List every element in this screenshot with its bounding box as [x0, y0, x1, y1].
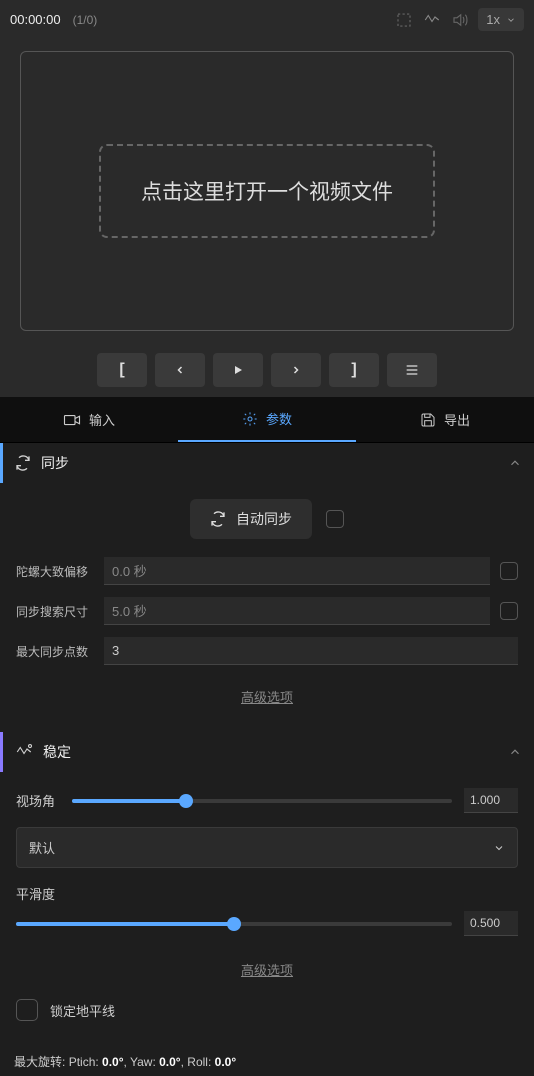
tab-input-label: 输入	[89, 410, 115, 429]
lock-horizon-label: 锁定地平线	[50, 1001, 115, 1020]
prev-frame-button[interactable]	[155, 353, 205, 387]
sync-advanced-link[interactable]: 高级选项	[16, 677, 518, 716]
stabilize-icon	[15, 743, 33, 761]
auto-sync-button[interactable]: 自动同步	[190, 499, 312, 539]
search-size-input[interactable]	[104, 597, 490, 625]
smoothness-slider[interactable]	[16, 922, 452, 926]
refresh-icon	[210, 511, 226, 527]
video-preview[interactable]: 点击这里打开一个视频文件	[20, 51, 514, 331]
mark-in-button[interactable]: [	[97, 353, 147, 387]
frame-count: (1/0)	[73, 13, 98, 27]
chevron-up-icon	[508, 456, 522, 470]
lock-horizon-checkbox[interactable]	[16, 999, 38, 1021]
gyro-offset-input[interactable]	[104, 557, 490, 585]
tab-export[interactable]: 导出	[356, 397, 534, 442]
play-button[interactable]	[213, 353, 263, 387]
section-stab-title: 稳定	[43, 742, 498, 762]
sync-icon	[15, 455, 31, 471]
tab-params-label: 参数	[266, 409, 292, 428]
gyro-offset-check[interactable]	[500, 562, 518, 580]
crop-icon[interactable]	[394, 10, 414, 30]
search-size-check[interactable]	[500, 602, 518, 620]
section-sync-header[interactable]: 同步	[0, 443, 534, 483]
chevron-up-icon	[508, 745, 522, 759]
play-icon	[232, 364, 244, 376]
smoothness-label: 平滑度	[16, 884, 60, 903]
smoothness-value-input[interactable]	[464, 911, 518, 936]
tab-params[interactable]: 参数	[178, 397, 356, 442]
menu-button[interactable]	[387, 353, 437, 387]
mark-out-button[interactable]: ]	[329, 353, 379, 387]
stab-advanced-link[interactable]: 高级选项	[16, 950, 518, 989]
method-value: 默认	[29, 838, 55, 857]
search-size-label: 同步搜索尺寸	[16, 603, 94, 620]
drop-hint: 点击这里打开一个视频文件	[141, 181, 393, 204]
auto-sync-label: 自动同步	[236, 509, 292, 529]
fov-value-input[interactable]	[464, 788, 518, 813]
save-icon	[420, 412, 436, 428]
fov-label: 视场角	[16, 791, 60, 810]
fov-slider[interactable]	[72, 799, 452, 803]
chevron-left-icon	[174, 364, 186, 376]
section-stab-header[interactable]: 稳定	[0, 732, 534, 772]
chevron-down-icon	[506, 15, 516, 25]
timecode: 00:00:00	[10, 12, 61, 27]
speed-select[interactable]: 1x	[478, 8, 524, 31]
menu-icon	[404, 362, 420, 378]
max-rotation-readout: 最大旋转: Ptich: 0.0°, Yaw: 0.0°, Roll: 0.0°	[0, 1047, 534, 1076]
chevron-down-icon	[493, 842, 505, 854]
stabilize-icon[interactable]	[422, 10, 442, 30]
camera-icon	[63, 413, 81, 427]
max-points-input[interactable]	[104, 637, 518, 665]
next-frame-button[interactable]	[271, 353, 321, 387]
section-sync-title: 同步	[41, 453, 498, 473]
gyro-offset-label: 陀螺大致偏移	[16, 563, 94, 580]
volume-icon[interactable]	[450, 10, 470, 30]
method-dropdown[interactable]: 默认	[16, 827, 518, 868]
gear-icon	[242, 411, 258, 427]
tab-export-label: 导出	[444, 410, 470, 429]
chevron-right-icon	[290, 364, 302, 376]
max-points-label: 最大同步点数	[16, 643, 94, 660]
speed-value: 1x	[486, 12, 500, 27]
drop-zone[interactable]: 点击这里打开一个视频文件	[99, 144, 435, 238]
tab-input[interactable]: 输入	[0, 397, 178, 442]
auto-sync-check[interactable]	[326, 510, 344, 528]
